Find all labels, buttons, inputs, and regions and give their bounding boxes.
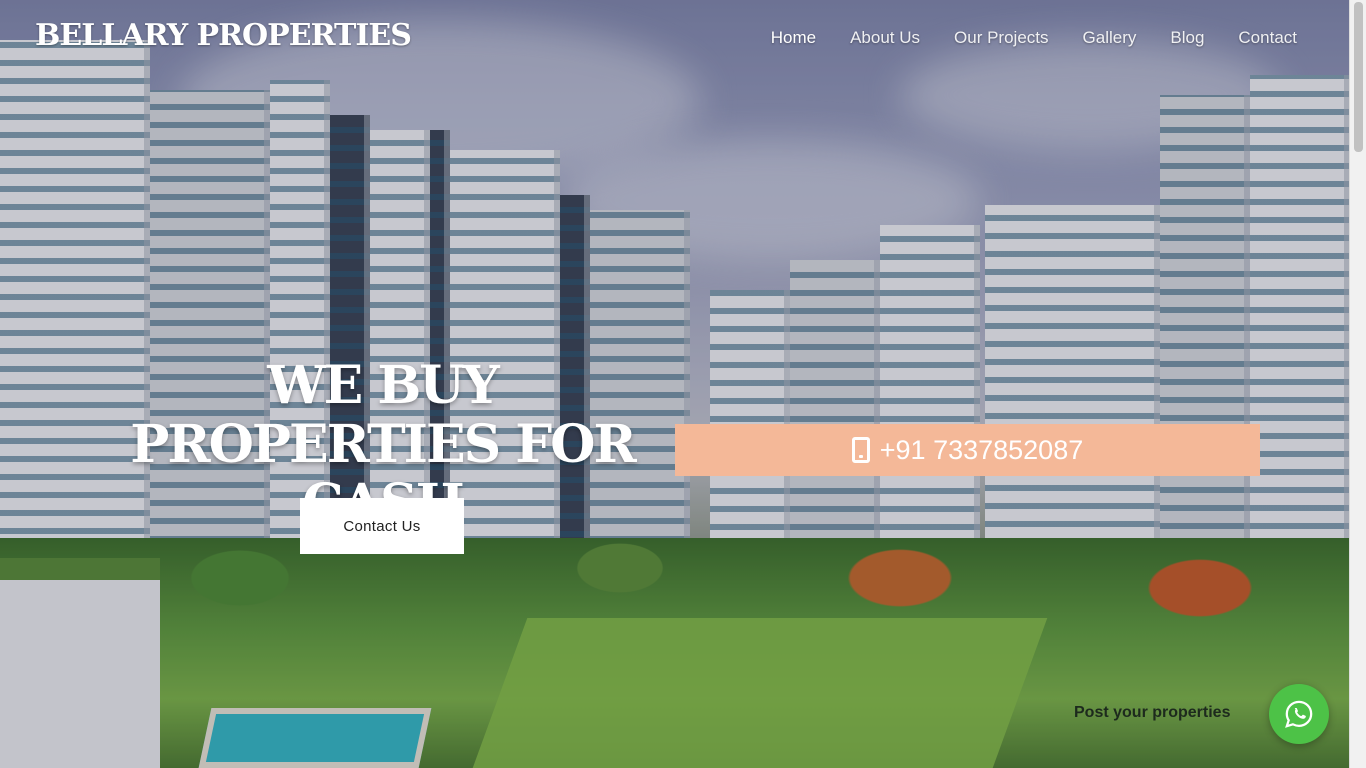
contact-us-button[interactable]: Contact Us bbox=[300, 498, 464, 554]
scrollbar-thumb[interactable] bbox=[1354, 2, 1363, 152]
main-nav: Home About Us Our Projects Gallery Blog … bbox=[754, 28, 1314, 48]
mobile-phone-icon bbox=[851, 437, 870, 463]
nav-home[interactable]: Home bbox=[754, 28, 833, 48]
post-properties-label[interactable]: Post your properties bbox=[1074, 704, 1230, 722]
nav-contact[interactable]: Contact bbox=[1221, 28, 1314, 48]
whatsapp-button[interactable] bbox=[1269, 684, 1329, 744]
page-scrollbar[interactable] bbox=[1349, 0, 1366, 768]
nav-blog[interactable]: Blog bbox=[1153, 28, 1221, 48]
phone-number: +91 7337852087 bbox=[879, 434, 1084, 465]
nav-about-us[interactable]: About Us bbox=[833, 28, 937, 48]
nav-gallery[interactable]: Gallery bbox=[1066, 28, 1154, 48]
phone-call-bar[interactable]: +91 7337852087 bbox=[675, 424, 1260, 476]
whatsapp-icon bbox=[1285, 700, 1313, 728]
nav-our-projects[interactable]: Our Projects bbox=[937, 28, 1065, 48]
brand-logo[interactable]: BELLARY PROPERTIES bbox=[35, 18, 412, 53]
